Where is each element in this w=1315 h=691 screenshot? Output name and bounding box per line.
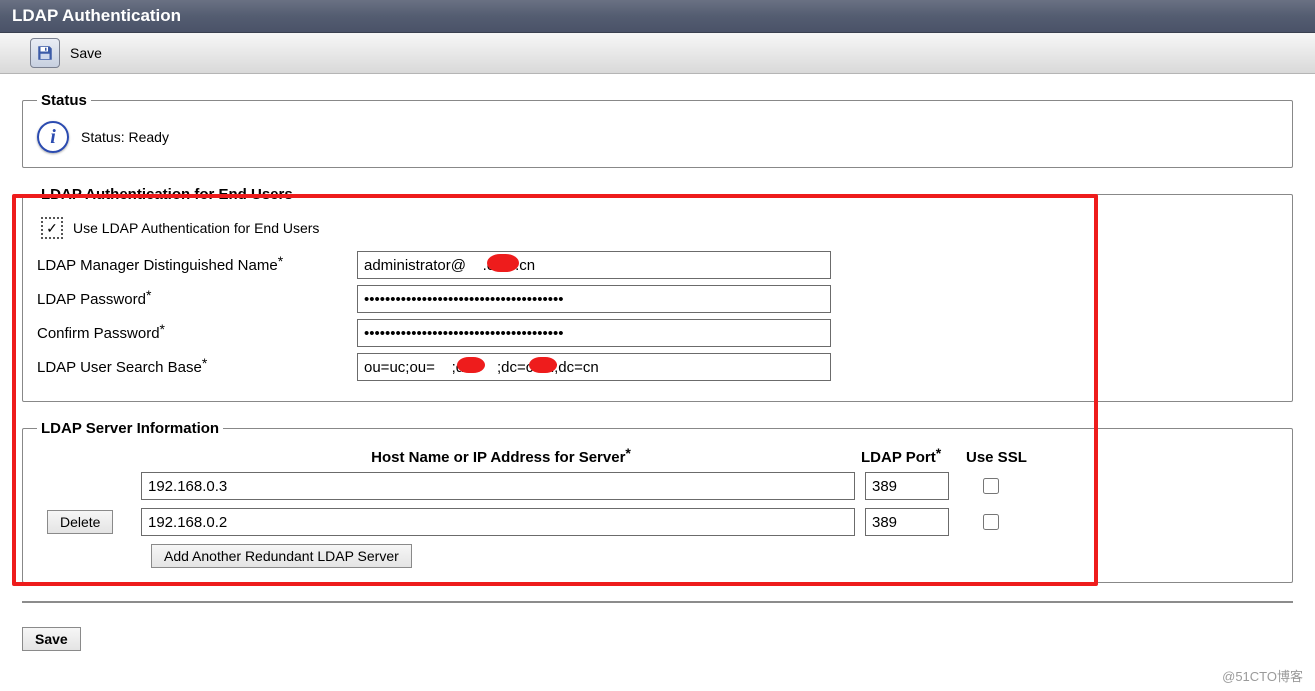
info-icon: i xyxy=(37,121,69,153)
bottom-actions: Save xyxy=(0,627,1315,651)
server-ssl-checkbox[interactable] xyxy=(983,514,999,530)
server-row: Delete xyxy=(37,508,1278,536)
search-base-input[interactable] xyxy=(357,353,831,381)
ldap-server-fieldset: LDAP Server Information Host Name or IP … xyxy=(22,420,1293,583)
delete-server-button[interactable]: Delete xyxy=(47,510,113,534)
separator xyxy=(22,601,1293,603)
use-ldap-label: Use LDAP Authentication for End Users xyxy=(73,220,319,236)
use-ldap-checkbox[interactable]: ✓ xyxy=(41,217,63,239)
save-icon xyxy=(30,38,60,68)
redaction-mark xyxy=(529,357,557,373)
ldap-server-legend: LDAP Server Information xyxy=(37,420,223,437)
manager-dn-label: LDAP Manager Distinguished Name* xyxy=(37,257,357,274)
save-button-top-label: Save xyxy=(70,45,102,61)
redaction-mark xyxy=(487,254,519,272)
ldap-auth-fieldset: LDAP Authentication for End Users ✓ Use … xyxy=(22,186,1293,402)
content-area: Status i Status: Ready LDAP Authenticati… xyxy=(0,74,1315,627)
server-row xyxy=(37,472,1278,500)
page-title-bar: LDAP Authentication xyxy=(0,0,1315,33)
watermark: @51CTO博客 xyxy=(1222,666,1303,685)
search-base-label: LDAP User Search Base* xyxy=(37,359,357,376)
save-button-bottom[interactable]: Save xyxy=(22,627,81,651)
add-server-button[interactable]: Add Another Redundant LDAP Server xyxy=(151,544,412,568)
page-title: LDAP Authentication xyxy=(12,6,181,25)
confirm-password-label: Confirm Password* xyxy=(37,325,357,342)
ldap-password-input[interactable] xyxy=(357,285,831,313)
server-ssl-checkbox[interactable] xyxy=(983,478,999,494)
save-button-top[interactable]: Save xyxy=(30,38,102,68)
status-fieldset: Status i Status: Ready xyxy=(22,92,1293,168)
ldap-password-label: LDAP Password* xyxy=(37,291,357,308)
toolbar: Save xyxy=(0,33,1315,74)
status-text: Status: Ready xyxy=(81,129,169,145)
redaction-mark xyxy=(457,357,485,373)
server-host-input[interactable] xyxy=(141,472,855,500)
server-port-input[interactable] xyxy=(865,472,949,500)
status-legend: Status xyxy=(37,92,91,109)
manager-dn-input[interactable] xyxy=(357,251,831,279)
server-host-input[interactable] xyxy=(141,508,855,536)
server-table-header: Host Name or IP Address for Server* LDAP… xyxy=(37,449,1278,466)
ldap-auth-legend: LDAP Authentication for End Users xyxy=(37,186,297,203)
confirm-password-input[interactable] xyxy=(357,319,831,347)
server-port-input[interactable] xyxy=(865,508,949,536)
